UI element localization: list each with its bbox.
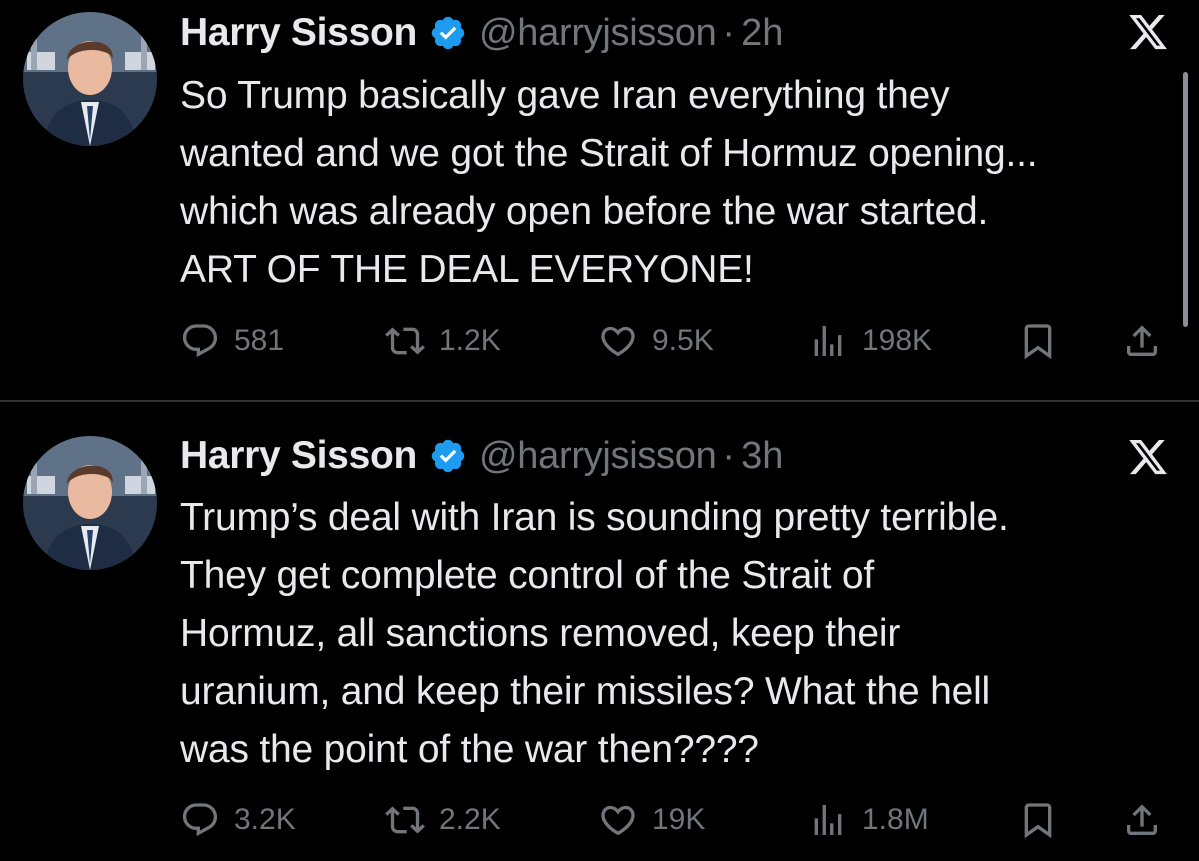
verified-badge-icon bbox=[429, 437, 467, 475]
bookmark-icon bbox=[1018, 321, 1058, 361]
heart-icon bbox=[598, 321, 638, 361]
like-button[interactable]: 19K bbox=[598, 795, 705, 845]
avatar[interactable] bbox=[23, 436, 157, 570]
repost-count: 2.2K bbox=[439, 803, 501, 836]
tweet-header: Harry Sisson @harryjsisson · 3h bbox=[180, 431, 783, 481]
avatar[interactable] bbox=[23, 12, 157, 146]
separator-dot: · bbox=[722, 11, 736, 54]
bookmark-button[interactable] bbox=[1018, 795, 1058, 845]
like-count: 9.5K bbox=[652, 324, 714, 357]
views-count: 198K bbox=[862, 324, 933, 357]
timestamp[interactable]: 2h bbox=[741, 12, 783, 55]
share-button[interactable] bbox=[1122, 795, 1162, 845]
repost-icon bbox=[385, 321, 425, 361]
reply-button[interactable]: 581 bbox=[180, 316, 284, 366]
scrollbar[interactable] bbox=[1183, 72, 1188, 327]
repost-icon bbox=[385, 800, 425, 840]
heart-icon bbox=[598, 800, 638, 840]
reply-icon bbox=[180, 321, 220, 361]
bookmark-icon bbox=[1018, 800, 1058, 840]
tweet-header: Harry Sisson @harryjsisson · 2h bbox=[180, 8, 783, 58]
share-icon bbox=[1122, 321, 1162, 361]
views-icon bbox=[808, 800, 848, 840]
share-icon bbox=[1122, 800, 1162, 840]
reply-icon bbox=[180, 800, 220, 840]
views-icon bbox=[808, 321, 848, 361]
bookmark-button[interactable] bbox=[1018, 316, 1058, 366]
like-button[interactable]: 9.5K bbox=[598, 316, 714, 366]
user-handle[interactable]: @harryjsisson bbox=[479, 435, 717, 478]
reply-count: 581 bbox=[234, 324, 285, 357]
separator-dot: · bbox=[722, 434, 736, 477]
verified-badge-icon bbox=[429, 14, 467, 52]
tweet-text: So Trump basically gave Iran everything … bbox=[180, 74, 1038, 291]
tweet-card[interactable]: Harry Sisson @harryjsisson · 2h So Trump… bbox=[0, 0, 1199, 401]
views-button[interactable]: 198K bbox=[808, 316, 932, 366]
share-button[interactable] bbox=[1122, 316, 1162, 366]
views-count: 1.8M bbox=[862, 803, 929, 836]
tweet-divider bbox=[0, 400, 1199, 402]
reply-count: 3.2K bbox=[234, 803, 296, 836]
action-bar: 3.2K 2.2K 19K 1.8M bbox=[180, 795, 1170, 845]
display-name[interactable]: Harry Sisson bbox=[180, 11, 417, 55]
like-count: 19K bbox=[652, 803, 706, 836]
reply-button[interactable]: 3.2K bbox=[180, 795, 296, 845]
timestamp[interactable]: 3h bbox=[741, 435, 783, 478]
x-logo-icon bbox=[1127, 11, 1169, 53]
repost-count: 1.2K bbox=[439, 324, 501, 357]
tweet-text: Trump’s deal with Iran is sounding prett… bbox=[180, 496, 1009, 771]
display-name[interactable]: Harry Sisson bbox=[180, 434, 417, 478]
user-handle[interactable]: @harryjsisson bbox=[479, 12, 717, 55]
x-logo-icon bbox=[1127, 436, 1169, 478]
repost-button[interactable]: 2.2K bbox=[385, 795, 501, 845]
tweet-feed: Harry Sisson @harryjsisson · 2h So Trump… bbox=[0, 0, 1199, 861]
repost-button[interactable]: 1.2K bbox=[385, 316, 501, 366]
action-bar: 581 1.2K 9.5K 198K bbox=[180, 316, 1170, 366]
views-button[interactable]: 1.8M bbox=[808, 795, 929, 845]
